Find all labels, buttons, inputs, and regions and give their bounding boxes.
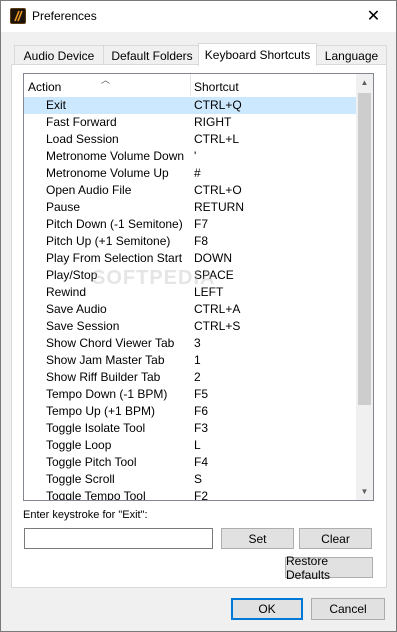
action-cell: Play/Stop xyxy=(46,268,98,282)
shortcut-cell: L xyxy=(194,438,201,452)
action-cell: Toggle Scroll xyxy=(46,472,115,486)
action-cell: Toggle Loop xyxy=(46,438,112,452)
list-item[interactable]: Toggle Pitch Tool F4 xyxy=(24,454,356,471)
action-cell: Tempo Down (-1 BPM) xyxy=(46,387,168,401)
action-cell: Toggle Tempo Tool xyxy=(46,489,146,501)
shortcut-cell: 2 xyxy=(194,370,201,384)
list-item[interactable]: Show Chord Viewer Tab 3 xyxy=(24,335,356,352)
scroll-thumb[interactable] xyxy=(358,93,371,405)
action-cell: Save Audio xyxy=(46,302,107,316)
action-cell: Metronome Volume Up xyxy=(46,166,169,180)
list-item[interactable]: Tempo Up (+1 BPM) F6 xyxy=(24,403,356,420)
shortcut-cell: CTRL+O xyxy=(194,183,242,197)
action-cell: Play From Selection Start xyxy=(46,251,183,265)
list-item[interactable]: Metronome Volume Down ' xyxy=(24,148,356,165)
list-item[interactable]: Save Session CTRL+S xyxy=(24,318,356,335)
list-item[interactable]: Show Riff Builder Tab 2 xyxy=(24,369,356,386)
sort-ascending-icon: ︿ xyxy=(101,75,111,85)
list-item[interactable]: Pitch Up (+1 Semitone) F8 xyxy=(24,233,356,250)
cancel-button[interactable]: Cancel xyxy=(311,598,385,620)
action-cell: Exit xyxy=(46,98,67,112)
action-cell: Tempo Up (+1 BPM) xyxy=(46,404,156,418)
list-item[interactable]: Pitch Down (-1 Semitone) F7 xyxy=(24,216,356,233)
tab-default-folders[interactable]: Default Folders xyxy=(103,45,201,65)
shortcut-cell: F2 xyxy=(194,489,209,501)
action-cell: Rewind xyxy=(46,285,87,299)
list-item[interactable]: Show Jam Master Tab 1 xyxy=(24,352,356,369)
action-cell: Toggle Pitch Tool xyxy=(46,455,137,469)
action-cell: Show Jam Master Tab xyxy=(46,353,165,367)
list-item[interactable]: Load Session CTRL+L xyxy=(24,131,356,148)
vertical-scrollbar[interactable]: ▲ ▼ xyxy=(356,74,373,500)
list-item[interactable]: Toggle Tempo Tool F2 xyxy=(24,488,356,501)
title-bar[interactable]: Preferences ✕ xyxy=(1,1,396,32)
shortcut-cell: F8 xyxy=(194,234,209,248)
restore-defaults-button[interactable]: Restore Defaults xyxy=(285,554,373,582)
tab-audio-device[interactable]: Audio Device xyxy=(14,45,104,65)
action-cell: Metronome Volume Down xyxy=(46,149,185,163)
list-item[interactable]: Pause RETURN xyxy=(24,199,356,216)
watermark: SOFTPEDIA xyxy=(92,267,216,289)
scroll-up-icon[interactable]: ▲ xyxy=(356,74,373,91)
scroll-down-icon[interactable]: ▼ xyxy=(356,483,373,500)
action-cell: Toggle Isolate Tool xyxy=(46,421,146,435)
shortcut-cell: F5 xyxy=(194,387,209,401)
shortcut-cell: CTRL+S xyxy=(194,319,241,333)
preferences-window: Preferences ✕ Audio Device Default Folde… xyxy=(0,0,397,632)
window-title: Preferences xyxy=(32,9,97,23)
list-item[interactable]: Toggle Scroll S xyxy=(24,471,356,488)
shortcut-cell: ' xyxy=(194,149,197,163)
action-cell: Fast Forward xyxy=(46,115,117,129)
action-cell: Show Riff Builder Tab xyxy=(46,370,161,384)
clear-button[interactable]: Clear xyxy=(299,528,372,549)
action-cell: Show Chord Viewer Tab xyxy=(46,336,175,350)
close-icon[interactable]: ✕ xyxy=(351,1,396,31)
keystroke-input[interactable] xyxy=(24,528,213,549)
tab-keyboard-shortcuts[interactable]: Keyboard Shortcuts xyxy=(198,43,317,66)
shortcut-cell: 1 xyxy=(194,353,201,367)
ok-button[interactable]: OK xyxy=(231,598,303,620)
app-logo-icon xyxy=(10,8,26,24)
shortcut-cell: F6 xyxy=(194,404,209,418)
action-cell: Pitch Up (+1 Semitone) xyxy=(46,234,171,248)
action-cell: Load Session xyxy=(46,132,119,146)
shortcut-cell: RIGHT xyxy=(194,115,232,129)
list-header: ︿ Action Shortcut xyxy=(24,74,356,96)
shortcut-cell: S xyxy=(194,472,203,486)
column-divider[interactable] xyxy=(190,74,191,96)
shortcut-cell: # xyxy=(194,166,201,180)
list-rows: Exit CTRL+Q Fast Forward RIGHT Load Session C… xyxy=(24,97,356,501)
shortcut-cell: CTRL+Q xyxy=(194,98,242,112)
list-item[interactable]: Exit CTRL+Q xyxy=(24,97,356,114)
column-header-action[interactable]: Action xyxy=(28,80,61,94)
set-button[interactable]: Set xyxy=(221,528,294,549)
action-cell: Pause xyxy=(46,200,81,214)
action-cell: Save Session xyxy=(46,319,120,333)
keystroke-label: Enter keystroke for "Exit": xyxy=(23,509,148,521)
shortcut-cell: F3 xyxy=(194,421,209,435)
list-item[interactable]: Toggle Loop L xyxy=(24,437,356,454)
shortcut-cell: RETURN xyxy=(194,200,244,214)
shortcut-cell: 3 xyxy=(194,336,201,350)
list-item[interactable]: Open Audio File CTRL+O xyxy=(24,182,356,199)
list-item[interactable]: Save Audio CTRL+A xyxy=(24,301,356,318)
shortcut-cell: CTRL+L xyxy=(194,132,240,146)
shortcut-cell: F7 xyxy=(194,217,209,231)
shortcut-cell: DOWN xyxy=(194,251,232,265)
action-cell: Pitch Down (-1 Semitone) xyxy=(46,217,183,231)
keyboard-shortcuts-panel: ︿ Action Shortcut Exit CTRL+Q Fast Forward… xyxy=(11,64,387,588)
list-item[interactable]: Metronome Volume Up # xyxy=(24,165,356,182)
action-cell: Open Audio File xyxy=(46,183,132,197)
column-header-shortcut[interactable]: Shortcut xyxy=(194,80,239,94)
list-item[interactable]: Tempo Down (-1 BPM) F5 xyxy=(24,386,356,403)
list-item[interactable]: Toggle Isolate Tool F3 xyxy=(24,420,356,437)
shortcut-cell: CTRL+A xyxy=(194,302,241,316)
list-item[interactable]: Play From Selection Start DOWN xyxy=(24,250,356,267)
list-item[interactable]: Fast Forward RIGHT xyxy=(24,114,356,131)
shortcut-cell: F4 xyxy=(194,455,209,469)
tab-language[interactable]: Language xyxy=(316,45,387,65)
